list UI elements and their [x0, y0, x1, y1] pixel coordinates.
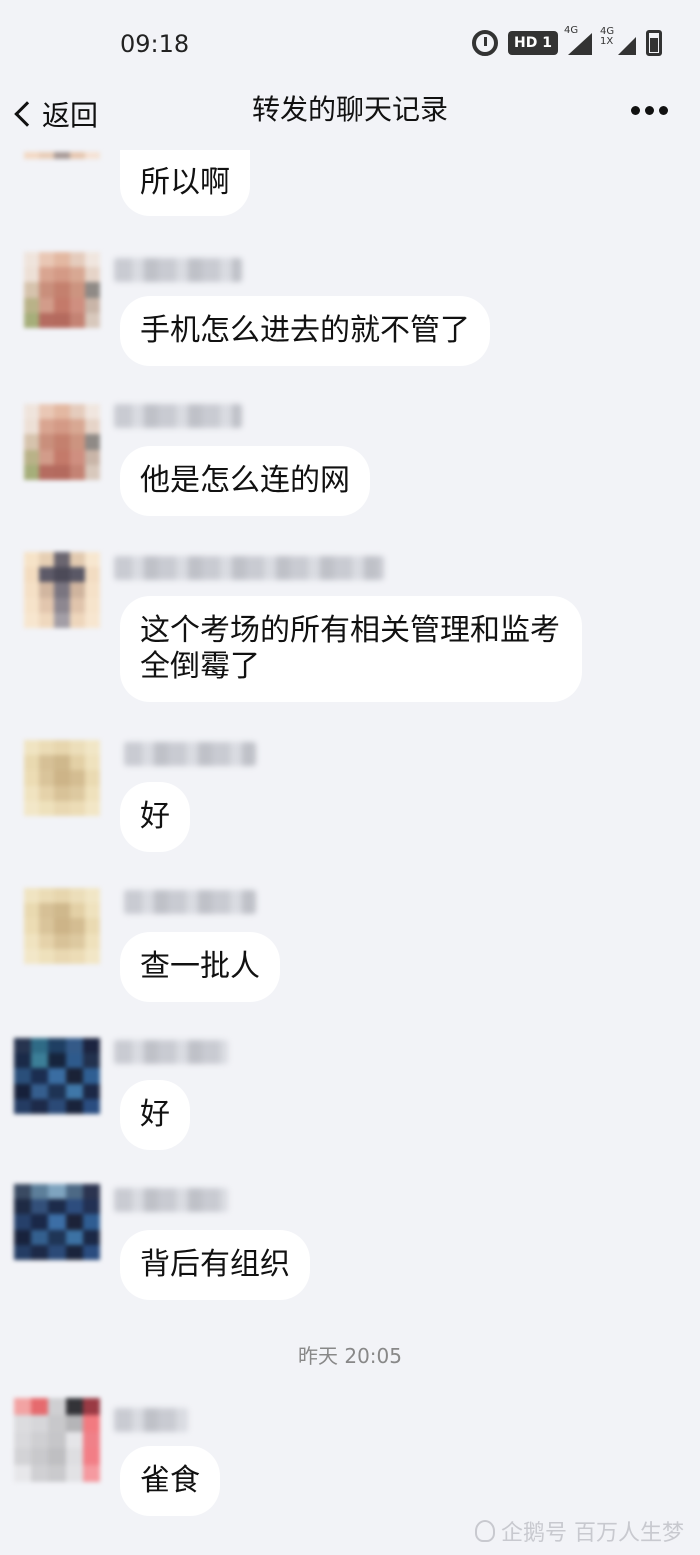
- time-divider: 昨天 20:05: [298, 1344, 402, 1368]
- battery-icon: [646, 30, 662, 56]
- message-bubble[interactable]: 雀食: [120, 1446, 220, 1516]
- avatar[interactable]: [24, 740, 100, 816]
- watermark: 企鹅号 百万人生梦: [475, 1515, 684, 1547]
- avatar[interactable]: [24, 888, 100, 964]
- avatar[interactable]: [14, 1398, 100, 1482]
- status-time: 09:18: [120, 30, 190, 58]
- message-bubble[interactable]: 查一批人: [120, 932, 280, 1002]
- avatar[interactable]: [24, 404, 100, 480]
- sender-name: [114, 258, 242, 282]
- message-bubble[interactable]: 所以啊: [120, 150, 250, 216]
- message-bubble[interactable]: 好: [120, 782, 190, 852]
- avatar[interactable]: [24, 552, 100, 628]
- alarm-icon: [472, 30, 499, 56]
- page-title: 转发的聊天记录: [251, 93, 448, 126]
- signal-icon-2: 4G 1X: [600, 27, 636, 55]
- sender-name: [124, 742, 256, 766]
- penguin-icon: [475, 1520, 495, 1542]
- avatar[interactable]: [14, 1038, 100, 1114]
- message-bubble[interactable]: 他是怎么连的网: [120, 446, 370, 516]
- message-bubble[interactable]: 这个考场的所有相关管理和监考全倒霉了: [120, 596, 582, 702]
- signal-icon: 4G: [564, 25, 592, 55]
- nav-bar: 返回 转发的聊天记录: [0, 80, 700, 146]
- avatar[interactable]: [24, 252, 100, 328]
- sender-name: [114, 556, 384, 580]
- hd-badge: HD 1: [508, 31, 558, 55]
- message-bubble[interactable]: 背后有组织: [120, 1230, 310, 1300]
- avatar[interactable]: [24, 152, 100, 186]
- sender-name: [114, 404, 242, 428]
- watermark-text: 企鹅号 百万人生梦: [501, 1521, 684, 1546]
- sender-name: [114, 1408, 188, 1432]
- sender-name: [114, 1188, 228, 1212]
- message-text: 这个考场的所有相关管理和监考全倒霉了: [140, 613, 560, 684]
- sender-name: [124, 890, 256, 914]
- sender-name: [114, 1040, 228, 1064]
- message-bubble[interactable]: 好: [120, 1080, 190, 1150]
- status-bar: 09:18 HD 1 4G 4G 1X: [0, 0, 700, 80]
- more-icon[interactable]: [631, 106, 668, 115]
- status-icons: HD 1 4G 4G 1X: [472, 25, 662, 56]
- message-bubble[interactable]: 手机怎么进去的就不管了: [120, 296, 490, 366]
- avatar[interactable]: [14, 1184, 100, 1260]
